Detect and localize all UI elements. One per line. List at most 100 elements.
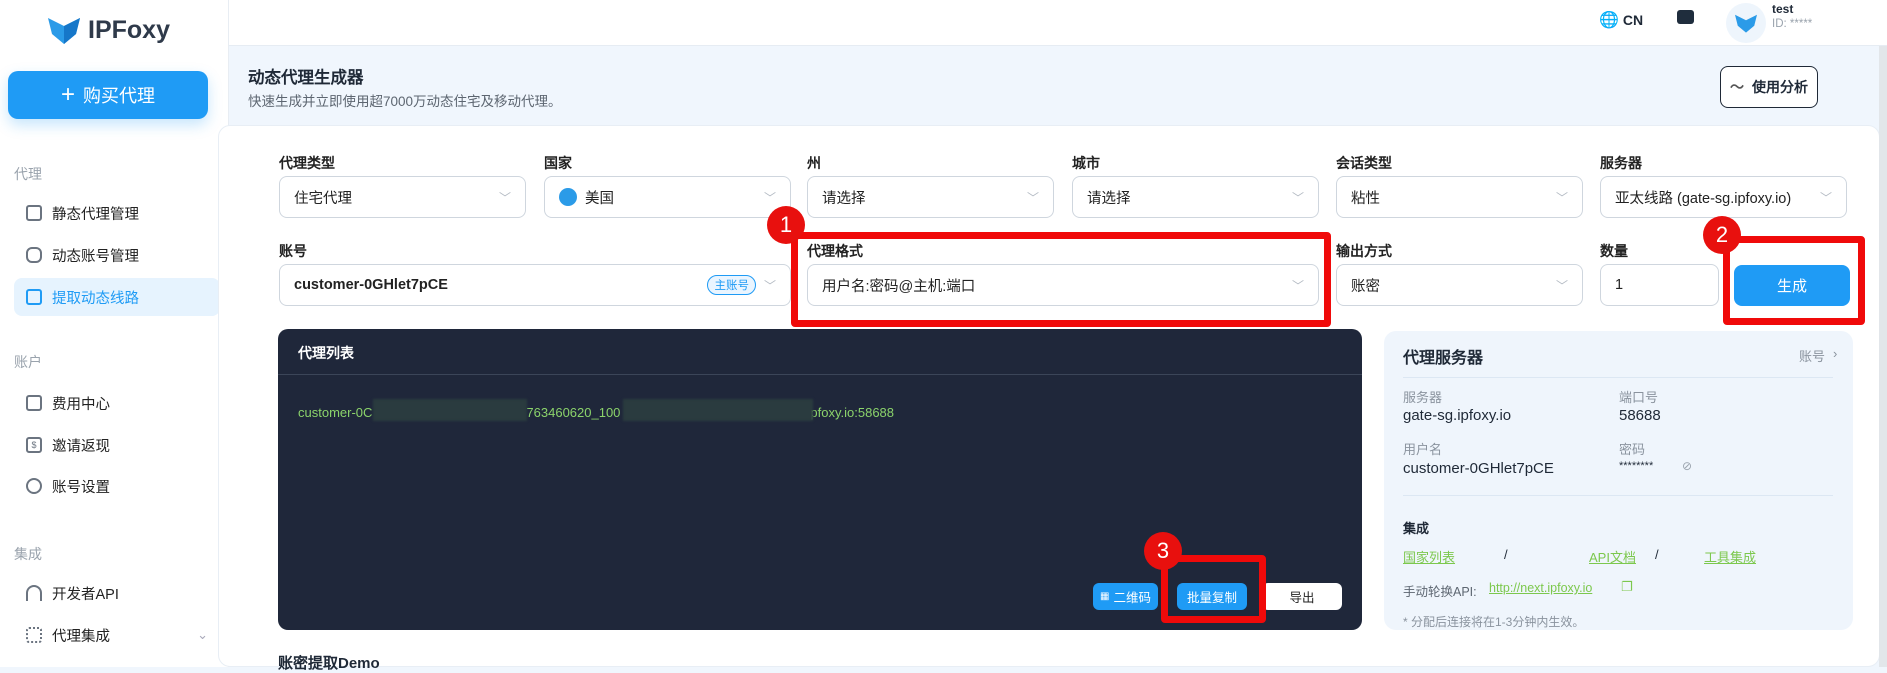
account-link-label: 账号 bbox=[1799, 349, 1826, 364]
accounts-icon bbox=[26, 247, 42, 263]
proxy-list-title: 代理列表 bbox=[298, 345, 354, 361]
annotation-number-3: 3 bbox=[1144, 532, 1182, 570]
select-value: 账密 bbox=[1351, 278, 1380, 295]
list-icon bbox=[26, 289, 42, 305]
select-value: 亚太线路 (gate-sg.ipfoxy.io) bbox=[1615, 190, 1792, 207]
nav-label: 开发者API bbox=[52, 586, 119, 603]
nav-label: 提取动态线路 bbox=[52, 290, 139, 307]
top-bar: 🌐 CN test ID: ***** bbox=[229, 0, 1887, 46]
dollar-icon: $ bbox=[26, 437, 42, 453]
session-type-select[interactable]: 粘性 ﹀ bbox=[1336, 176, 1583, 218]
chevron-down-icon: ﹀ bbox=[1555, 190, 1568, 205]
buy-label: 购买代理 bbox=[83, 86, 155, 106]
language-switch[interactable]: 🌐 CN bbox=[1599, 10, 1643, 30]
quantity-label: 数量 bbox=[1600, 243, 1628, 259]
sidebar-item-static-proxy[interactable]: 静态代理管理 bbox=[14, 194, 220, 232]
redaction-blur bbox=[373, 399, 527, 421]
server-icon bbox=[26, 205, 42, 221]
output-method-select[interactable]: 账密 ﹀ bbox=[1336, 264, 1583, 306]
server-value: gate-sg.ipfoxy.io bbox=[1403, 407, 1512, 424]
separator: / bbox=[1655, 547, 1659, 562]
redaction-blur bbox=[623, 399, 813, 421]
select-value: 美国 bbox=[585, 190, 614, 207]
separator: / bbox=[1504, 547, 1508, 562]
country-label: 国家 bbox=[544, 155, 572, 171]
demo-section-title: 账密提取Demo bbox=[278, 655, 380, 672]
session-type-label: 会话类型 bbox=[1336, 155, 1392, 171]
rotate-api-label: 手动轮换API: bbox=[1403, 585, 1477, 599]
chevron-down-icon: ﹀ bbox=[498, 190, 511, 205]
logo[interactable]: IPFoxy bbox=[46, 14, 170, 46]
password-value: ******** bbox=[1619, 460, 1654, 472]
scrollbar[interactable] bbox=[1879, 46, 1887, 667]
eye-off-icon[interactable]: ⊘ bbox=[1682, 459, 1692, 473]
main-account-badge: 主账号 bbox=[707, 275, 756, 295]
password-label: 密码 bbox=[1619, 442, 1646, 457]
chart-line-icon: 〜 bbox=[1730, 79, 1744, 95]
country-list-link[interactable]: 国家列表 bbox=[1403, 547, 1455, 566]
sidebar-item-extract-lines[interactable]: 提取动态线路 bbox=[14, 278, 220, 316]
select-value: 住宅代理 bbox=[294, 190, 352, 207]
sidebar-item-settings[interactable]: 账号设置 bbox=[14, 467, 220, 505]
globe-icon bbox=[559, 188, 577, 206]
annotation-number-1: 1 bbox=[767, 206, 805, 244]
section-account: 账户 bbox=[14, 354, 42, 370]
qr-code-button[interactable]: ▦ 二维码 bbox=[1093, 583, 1158, 610]
select-value: 请选择 bbox=[1087, 190, 1131, 207]
annotation-box-3 bbox=[1161, 555, 1266, 623]
brand-name: IPFoxy bbox=[88, 15, 170, 44]
city-select[interactable]: 请选择 ﹀ bbox=[1072, 176, 1319, 218]
tool-integration-link[interactable]: 工具集成 bbox=[1704, 547, 1756, 566]
rotate-api-link[interactable]: http://next.ipfoxy.io bbox=[1489, 581, 1592, 595]
sidebar-item-billing[interactable]: 费用中心 bbox=[14, 384, 220, 422]
nav-label: 动态账号管理 bbox=[52, 248, 139, 265]
select-value: 请选择 bbox=[822, 190, 866, 207]
message-icon[interactable] bbox=[1677, 10, 1694, 24]
export-button[interactable]: 导出 bbox=[1262, 583, 1342, 610]
username-label: 用户名 bbox=[1403, 442, 1443, 457]
divider bbox=[1403, 495, 1833, 496]
chevron-down-icon: ⌄ bbox=[197, 627, 208, 642]
avatar[interactable] bbox=[1726, 3, 1766, 43]
output-method-label: 输出方式 bbox=[1336, 243, 1392, 259]
sidebar-item-referral[interactable]: $ 邀请返现 bbox=[14, 426, 220, 464]
section-proxy: 代理 bbox=[14, 166, 42, 182]
divider bbox=[1403, 377, 1833, 378]
nav-label: 邀请返现 bbox=[52, 438, 110, 455]
sidebar-item-developer-api[interactable]: 开发者API bbox=[14, 574, 220, 612]
annotation-box-1 bbox=[791, 232, 1331, 327]
section-integration: 集成 bbox=[14, 546, 42, 562]
sidebar-item-dynamic-account[interactable]: 动态账号管理 bbox=[14, 236, 220, 274]
plus-icon: + bbox=[60, 81, 75, 108]
chevron-down-icon: ﹀ bbox=[763, 278, 776, 293]
sidebar-item-proxy-integration[interactable]: 代理集成 ⌄ bbox=[14, 616, 220, 654]
account-link[interactable]: 账号 › bbox=[1799, 346, 1837, 365]
fingerprint-icon bbox=[26, 585, 42, 601]
server-select[interactable]: 亚太线路 (gate-sg.ipfoxy.io) ﹀ bbox=[1600, 176, 1847, 218]
country-select[interactable]: 美国 ﹀ bbox=[544, 176, 791, 218]
sidebar: IPFoxy + 购买代理 代理 静态代理管理 动态账号管理 提取动态线路 账户 … bbox=[0, 0, 229, 667]
state-select[interactable]: 请选择 ﹀ bbox=[807, 176, 1054, 218]
proxy-type-select[interactable]: 住宅代理 ﹀ bbox=[279, 176, 526, 218]
qr-icon: ▦ bbox=[1100, 591, 1110, 602]
port-label: 端口号 bbox=[1619, 390, 1659, 405]
proxy-server-panel: 代理服务器 账号 › 服务器 gate-sg.ipfoxy.io 端口号 5868… bbox=[1384, 331, 1853, 630]
usage-analysis-button[interactable]: 〜使用分析 bbox=[1720, 66, 1818, 108]
user-circle-icon bbox=[26, 478, 42, 494]
integration-title: 集成 bbox=[1403, 521, 1430, 536]
activation-note: * 分配后连接将在1-3分钟内生效。 bbox=[1403, 615, 1585, 629]
page-subtitle: 快速生成并立即使用超7000万动态住宅及移动代理。 bbox=[248, 94, 562, 109]
server-field-label: 服务器 bbox=[1403, 390, 1443, 405]
copy-icon[interactable]: ❐ bbox=[1621, 579, 1633, 595]
api-docs-link[interactable]: API文档 bbox=[1589, 547, 1636, 566]
chevron-down-icon: ﹀ bbox=[763, 190, 776, 205]
buy-proxy-button[interactable]: + 购买代理 bbox=[8, 71, 208, 119]
fox-logo-icon bbox=[48, 18, 80, 44]
account-select[interactable]: customer-0GHlet7pCE 主账号 ﹀ bbox=[279, 264, 791, 306]
server-panel-title: 代理服务器 bbox=[1403, 350, 1484, 367]
port-value: 58688 bbox=[1619, 407, 1661, 424]
proxy-type-label: 代理类型 bbox=[279, 155, 335, 171]
quantity-input[interactable]: 1 bbox=[1600, 264, 1719, 306]
usage-label: 使用分析 bbox=[1752, 79, 1808, 95]
nav-label: 代理集成 bbox=[52, 628, 110, 645]
